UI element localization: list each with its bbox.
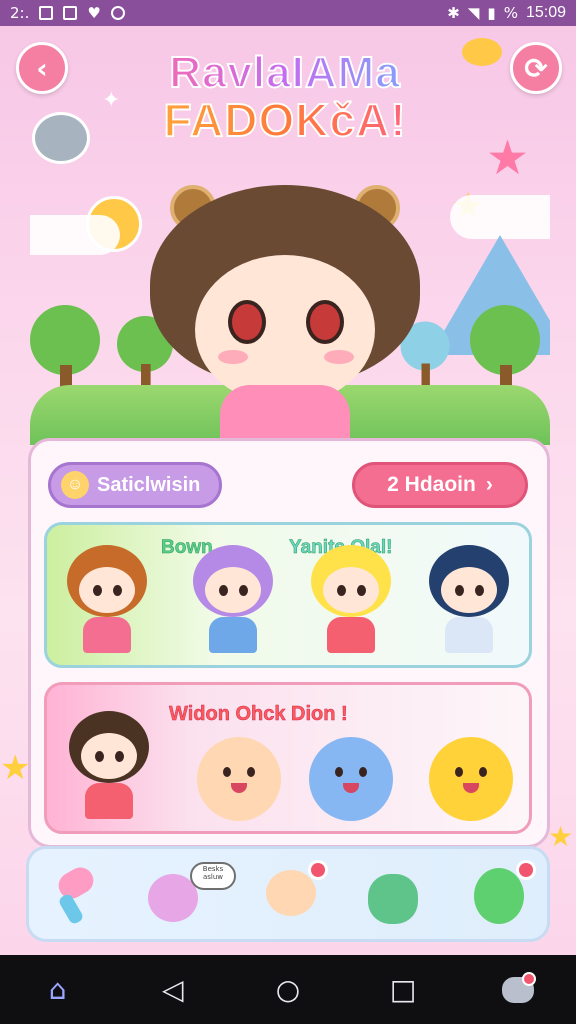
bird-mascot-icon	[462, 38, 502, 66]
system-nav-bar: ⌂ ◁ ○ □	[0, 955, 576, 1024]
character-card-pets[interactable]: Widon Ohck Dion !	[44, 682, 532, 834]
notification-icon	[63, 6, 78, 20]
refresh-icon: ⟳	[524, 51, 548, 85]
pet-option-cat[interactable]	[197, 737, 281, 821]
refresh-button[interactable]: ⟳	[510, 42, 562, 94]
star-icon: ✦	[102, 88, 121, 113]
character-option[interactable]	[61, 545, 153, 655]
ice-cream-item-icon[interactable]	[52, 860, 122, 930]
notification-badge	[308, 860, 328, 880]
character-option[interactable]	[63, 711, 155, 821]
speech-bubble: Besks asluw	[190, 862, 236, 890]
character-card-humans[interactable]: Bown Yanite Olal!	[44, 522, 532, 668]
character-icon: ☺	[61, 471, 89, 499]
recents-square-icon[interactable]: □	[383, 970, 423, 1010]
title-line-1: RavlaIAMa	[120, 48, 450, 96]
game-title: RavlaIAMa FADOKčA!	[120, 48, 450, 146]
bluetooth-icon: ✱	[447, 4, 460, 22]
battery-icon: %	[503, 4, 518, 22]
chat-bot-icon[interactable]	[498, 970, 538, 1010]
action-button-label: 2 Hdaoin	[387, 473, 476, 496]
pet-option-chick[interactable]	[429, 737, 513, 821]
status-bar: 2:. ♥ ✱ ◥ ▮ % 15:09	[0, 0, 576, 26]
back-button[interactable]: ‹	[16, 42, 68, 94]
wifi-icon: ◥	[467, 4, 480, 22]
cat-mascot-icon	[32, 112, 90, 164]
signal-icon: ▮	[487, 4, 496, 22]
chevron-right-icon: ›	[485, 473, 493, 496]
character-option[interactable]	[187, 545, 279, 655]
chevron-left-icon: ‹	[36, 51, 48, 85]
green-boy-friend-icon[interactable]	[470, 860, 540, 930]
status-time: 15:09	[525, 4, 566, 21]
star-icon: ★	[0, 748, 31, 788]
status-left-text: 2:.	[10, 4, 30, 22]
title-line-2: FADOKčA!	[120, 95, 450, 146]
frog-friend-icon[interactable]	[362, 860, 432, 930]
notification-icon	[110, 6, 125, 20]
category-chip[interactable]: ☺ Saticlwisin	[48, 462, 222, 508]
hamster-friend-icon[interactable]	[258, 860, 328, 930]
home-circle-icon[interactable]: ○	[268, 970, 308, 1010]
heart-notification-icon: ♥	[87, 4, 101, 22]
notification-icon	[39, 6, 54, 20]
character-option[interactable]	[305, 545, 397, 655]
action-button[interactable]: 2 Hdaoin ›	[352, 462, 528, 508]
star-icon: ★	[548, 820, 574, 853]
notification-badge	[522, 971, 537, 986]
hero-character[interactable]	[140, 175, 430, 445]
character-option[interactable]	[423, 545, 515, 655]
notification-badge	[516, 860, 536, 880]
home-icon[interactable]: ⌂	[38, 970, 78, 1010]
chip-label: Saticlwisin	[97, 473, 201, 496]
card-label: Widon Ohck Dion !	[169, 703, 348, 726]
back-triangle-icon[interactable]: ◁	[153, 970, 193, 1010]
pet-option-blue-cat[interactable]	[309, 737, 393, 821]
